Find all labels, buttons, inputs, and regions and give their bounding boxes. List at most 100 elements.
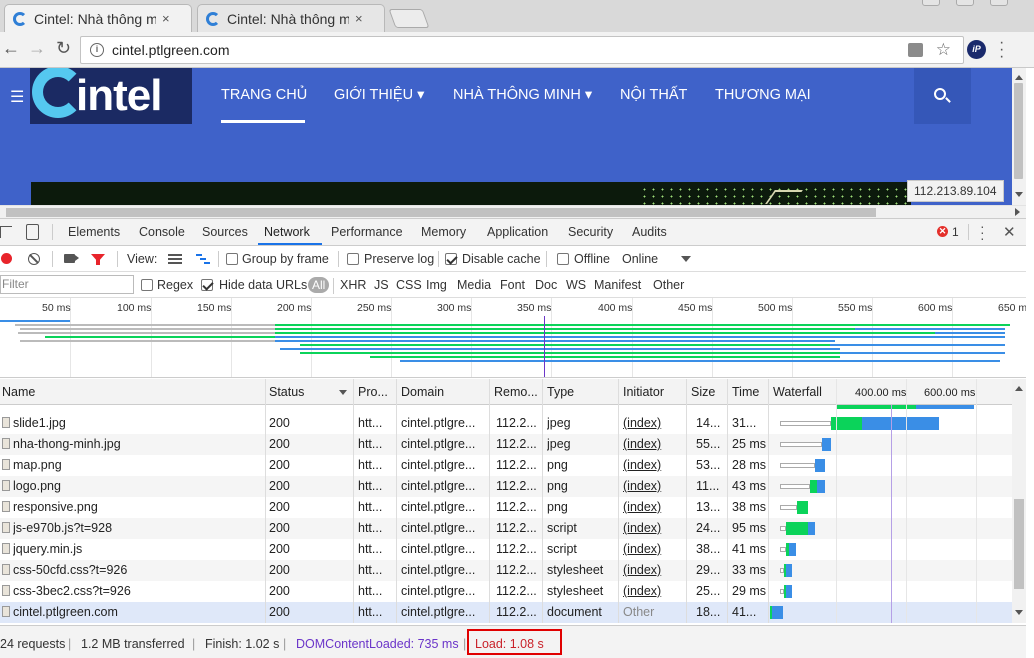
tab-close-icon[interactable]: × [162, 11, 170, 26]
scroll-down-arrow-icon[interactable] [1015, 610, 1023, 619]
scroll-right-arrow-icon[interactable] [1015, 208, 1024, 216]
table-row[interactable]: map.png 200 htt... cintel.ptlgre... 112.2...… [0, 455, 1012, 476]
nav-item-nha-thong-minh[interactable]: NHÀ THÔNG MINH ▾ [453, 87, 592, 103]
scroll-up-arrow-icon[interactable] [1015, 382, 1023, 391]
request-name[interactable]: logo.png [13, 479, 263, 493]
back-arrow-icon[interactable]: ← [2, 38, 20, 59]
table-row[interactable]: slide1.jpg 200 htt... cintel.ptlgre... 112.2… [0, 413, 1012, 434]
column-header-remote[interactable]: Remo... [494, 385, 538, 399]
request-name[interactable]: js-e970b.js?t=928 [13, 521, 263, 535]
column-header-type[interactable]: Type [547, 385, 574, 399]
site-logo[interactable]: intel [30, 68, 192, 124]
tab-console[interactable]: Console [139, 225, 185, 239]
hide-data-urls-checkbox[interactable] [201, 279, 213, 291]
network-overview-timeline[interactable]: 50 ms 100 ms 150 ms 200 ms 250 ms 300 ms… [0, 298, 1026, 378]
disable-cache-checkbox[interactable] [445, 253, 457, 265]
nav-item-trang-chu[interactable]: TRANG CHỦ [221, 87, 307, 103]
preserve-log-label[interactable]: Preserve log [364, 252, 434, 266]
window-close-button[interactable] [990, 0, 1008, 6]
forward-arrow-icon[interactable]: → [28, 38, 46, 59]
overview-icon[interactable] [196, 254, 210, 264]
table-row[interactable]: css-3bec2.css?t=926 200 htt... cintel.ptlgr… [0, 581, 1012, 602]
hamburger-menu-icon[interactable]: ☰ [10, 87, 24, 107]
translate-icon[interactable] [908, 43, 923, 57]
request-name[interactable]: jquery.min.js [13, 542, 263, 556]
maximize-button[interactable] [956, 0, 974, 6]
error-count[interactable]: 1 [952, 225, 959, 239]
request-name[interactable]: nha-thong-minh.jpg [13, 437, 263, 451]
record-icon[interactable] [1, 253, 12, 264]
type-filter-other[interactable]: Other [653, 278, 684, 292]
offline-checkbox[interactable] [557, 253, 569, 265]
type-filter-all[interactable]: All [308, 277, 330, 293]
column-header-domain[interactable]: Domain [401, 385, 444, 399]
extension-ip-icon[interactable]: iP [967, 40, 986, 59]
table-row[interactable]: responsive.png 200 htt... cintel.ptlgre... 1… [0, 497, 1012, 518]
request-initiator[interactable]: (index) [623, 584, 683, 598]
browser-menu-icon[interactable]: · · · [999, 35, 1005, 65]
column-header-time[interactable]: Time [732, 385, 759, 399]
request-name[interactable]: map.png [13, 458, 263, 472]
request-initiator[interactable]: (index) [623, 563, 683, 577]
type-filter-css[interactable]: CSS [396, 278, 422, 292]
tab-elements[interactable]: Elements [68, 225, 120, 239]
tab-memory[interactable]: Memory [421, 225, 466, 239]
column-header-protocol[interactable]: Pro... [358, 385, 388, 399]
offline-label[interactable]: Offline [574, 252, 610, 266]
large-rows-icon[interactable] [168, 254, 182, 264]
error-x-icon[interactable]: ✕ [937, 226, 948, 237]
request-name[interactable]: responsive.png [13, 500, 263, 514]
hide-data-urls-label[interactable]: Hide data URLs [219, 278, 307, 292]
type-filter-img[interactable]: Img [426, 278, 447, 292]
inspect-element-icon[interactable] [0, 226, 12, 238]
tab-network[interactable]: Network [264, 225, 310, 239]
table-row[interactable]: js-e970b.js?t=928 200 htt... cintel.ptlgre.… [0, 518, 1012, 539]
table-row[interactable]: nha-thong-minh.jpg 200 htt... cintel.ptlgre… [0, 434, 1012, 455]
type-filter-manifest[interactable]: Manifest [594, 278, 641, 292]
request-name[interactable]: cintel.ptlgreen.com [13, 605, 263, 619]
devtools-close-icon[interactable]: ✕ [1003, 223, 1016, 241]
column-header-size[interactable]: Size [691, 385, 715, 399]
type-filter-font[interactable]: Font [500, 278, 525, 292]
devtools-more-icon[interactable]: · · · [980, 219, 985, 245]
request-initiator[interactable]: (index) [623, 416, 683, 430]
dropdown-arrow-icon[interactable] [681, 256, 691, 267]
table-row[interactable]: cintel.ptlgreen.com 200 htt... cintel.ptlgr… [0, 602, 1012, 623]
browser-tab-2[interactable]: Cintel: Nhà thông m × [197, 4, 385, 32]
table-row-partial[interactable] [0, 405, 1012, 413]
request-initiator[interactable]: (index) [623, 542, 683, 556]
tab-application[interactable]: Application [487, 225, 548, 239]
capture-screenshots-icon[interactable] [64, 254, 75, 263]
site-info-icon[interactable]: i [90, 43, 104, 57]
filter-input[interactable]: Filter [0, 275, 134, 294]
request-initiator[interactable]: (index) [623, 479, 683, 493]
tab-sources[interactable]: Sources [202, 225, 248, 239]
preserve-log-checkbox[interactable] [347, 253, 359, 265]
new-tab-button[interactable] [388, 9, 430, 28]
browser-tab-1[interactable]: Cintel: Nhà thông m × [4, 4, 192, 32]
tab-performance[interactable]: Performance [331, 225, 403, 239]
nav-item-thuong-mai[interactable]: THƯƠNG MẠI [715, 87, 811, 103]
type-filter-xhr[interactable]: XHR [340, 278, 366, 292]
scroll-thumb[interactable] [6, 208, 876, 217]
request-name[interactable]: css-50cfd.css?t=926 [13, 563, 263, 577]
scroll-down-arrow-icon[interactable] [1015, 192, 1023, 201]
throttling-select[interactable]: Online [622, 252, 658, 266]
type-filter-js[interactable]: JS [374, 278, 389, 292]
request-initiator[interactable]: Other [623, 605, 683, 619]
nav-item-noi-that[interactable]: NỘI THẤT [620, 87, 687, 103]
column-header-waterfall[interactable]: Waterfall [773, 385, 822, 399]
type-filter-media[interactable]: Media [457, 278, 491, 292]
nav-item-gioi-thieu[interactable]: GIỚI THIỆU ▾ [334, 87, 424, 103]
table-vertical-scrollbar[interactable] [1012, 379, 1026, 623]
address-bar[interactable]: i cintel.ptlgreen.com ☆ [80, 36, 964, 64]
request-initiator[interactable]: (index) [623, 521, 683, 535]
type-filter-doc[interactable]: Doc [535, 278, 557, 292]
request-name[interactable]: css-3bec2.css?t=926 [13, 584, 263, 598]
scroll-up-arrow-icon[interactable] [1015, 71, 1023, 80]
table-row[interactable]: logo.png 200 htt... cintel.ptlgre... 112.2..… [0, 476, 1012, 497]
page-vertical-scrollbar[interactable] [1012, 68, 1026, 205]
site-search-button[interactable] [914, 68, 971, 124]
scroll-thumb[interactable] [1014, 83, 1023, 179]
column-header-status[interactable]: Status [269, 385, 304, 399]
